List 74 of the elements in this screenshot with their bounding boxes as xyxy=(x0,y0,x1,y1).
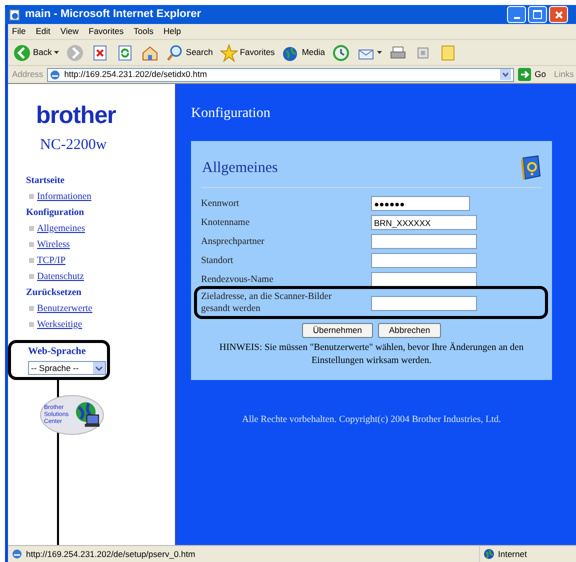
field-label: Kennwort xyxy=(201,198,240,210)
refresh-icon[interactable] xyxy=(116,44,134,62)
bullet-icon xyxy=(29,258,34,263)
menu-item[interactable]: Favorites xyxy=(88,25,124,38)
input-field[interactable]: BRN_XXXXXX xyxy=(371,215,477,230)
help-book-icon[interactable] xyxy=(518,155,542,181)
language-dropdown[interactable]: -- Sprache -- xyxy=(28,361,106,375)
model-name: NC-2200w xyxy=(39,136,108,155)
zone-label: Internet xyxy=(498,548,527,560)
field-label: Knotenname xyxy=(201,216,251,228)
menu-item[interactable]: Tools xyxy=(134,25,154,38)
caret-icon[interactable] xyxy=(54,50,59,54)
search-icon xyxy=(166,44,184,62)
copyright-text: Alle Rechte vorbehalten. Copyright(c) 2004 Brother Industries, Ltd. xyxy=(240,414,502,427)
brand-logo: brother xyxy=(35,104,117,128)
field-label: Ansprechpartner xyxy=(201,236,266,248)
star-icon xyxy=(220,44,238,62)
panel-title: Allgemeines xyxy=(201,158,278,178)
nav-link[interactable]: Datenschutz xyxy=(37,268,84,284)
nav-link[interactable]: TCP/IP xyxy=(37,252,66,268)
stop-icon[interactable] xyxy=(90,44,109,62)
input-field[interactable] xyxy=(371,272,477,287)
maximize-icon xyxy=(533,10,542,19)
nav-link[interactable]: Informationen xyxy=(37,188,92,204)
media-button[interactable]: Media xyxy=(280,42,326,64)
form-button[interactable]: Abbrechen xyxy=(378,323,442,338)
menu-item[interactable]: File xyxy=(12,25,26,38)
go-arrow-icon xyxy=(518,68,531,81)
home-icon[interactable] xyxy=(140,44,159,62)
maximize-button[interactable] xyxy=(528,6,547,23)
input-field[interactable] xyxy=(371,253,477,268)
field-label: Rendezvous-Name xyxy=(201,274,274,286)
nav-section-heading[interactable]: Startseite xyxy=(26,172,175,188)
close-icon xyxy=(554,10,562,18)
field-label: Standort xyxy=(201,254,234,266)
bullet-icon xyxy=(29,274,34,279)
bullet-icon xyxy=(29,194,34,199)
favorites-button[interactable]: Favorites xyxy=(218,42,276,64)
bullet-icon xyxy=(29,226,34,231)
menu-item[interactable]: Help xyxy=(163,25,181,38)
close-button[interactable] xyxy=(549,6,568,23)
go-button[interactable]: Go xyxy=(518,68,550,81)
nav-section-heading[interactable]: Zurücksetzen xyxy=(26,284,175,300)
input-field[interactable]: ●●●●●● xyxy=(371,196,470,211)
back-button[interactable]: Back xyxy=(12,42,60,64)
address-field[interactable]: http://169.254.231.202/de/setidx0.htm xyxy=(47,68,514,82)
bullet-icon xyxy=(29,322,34,327)
menu-item[interactable]: View xyxy=(60,25,79,38)
nav-link[interactable]: Benutzerwerte xyxy=(37,300,92,316)
printer-icon[interactable] xyxy=(388,44,407,62)
caret-icon[interactable] xyxy=(376,50,382,54)
status-url: http://169.254.231.202/de/setup/pserv_0.htm xyxy=(26,548,196,560)
note-icon[interactable] xyxy=(438,44,457,62)
search-button[interactable]: Search xyxy=(164,42,214,64)
page-heading: Konfiguration xyxy=(191,105,272,123)
minimize-icon xyxy=(514,17,520,19)
nav-link[interactable]: Allgemeines xyxy=(37,220,86,236)
nav-link[interactable]: Werkseitige xyxy=(37,316,82,332)
note-text: HINWEIS: Sie müssen "Benutzerwerte" wählen, bevor Ihre Änderungen an den Einstellungen wirksam werden. xyxy=(218,342,525,368)
globe-icon xyxy=(484,549,494,559)
bullet-icon xyxy=(29,306,34,311)
input-field[interactable] xyxy=(371,296,477,310)
field-label: Zieladresse, an die Scanner-Bilder gesandt werden xyxy=(201,291,333,315)
window-title: main - Microsoft Internet Explorer xyxy=(25,7,202,22)
nav-link[interactable]: Wireless xyxy=(37,236,70,252)
language-heading: Web-Sprache xyxy=(28,345,87,359)
clock-icon[interactable] xyxy=(332,44,350,62)
address-label: Address xyxy=(12,68,44,81)
bullet-icon xyxy=(29,242,34,247)
input-field[interactable] xyxy=(371,234,477,249)
menu-item[interactable]: Edit xyxy=(36,25,50,38)
minimize-button[interactable] xyxy=(507,6,526,23)
form-button[interactable]: Übernehmen xyxy=(302,323,373,338)
nav-section-heading[interactable]: Konfiguration xyxy=(26,204,175,220)
